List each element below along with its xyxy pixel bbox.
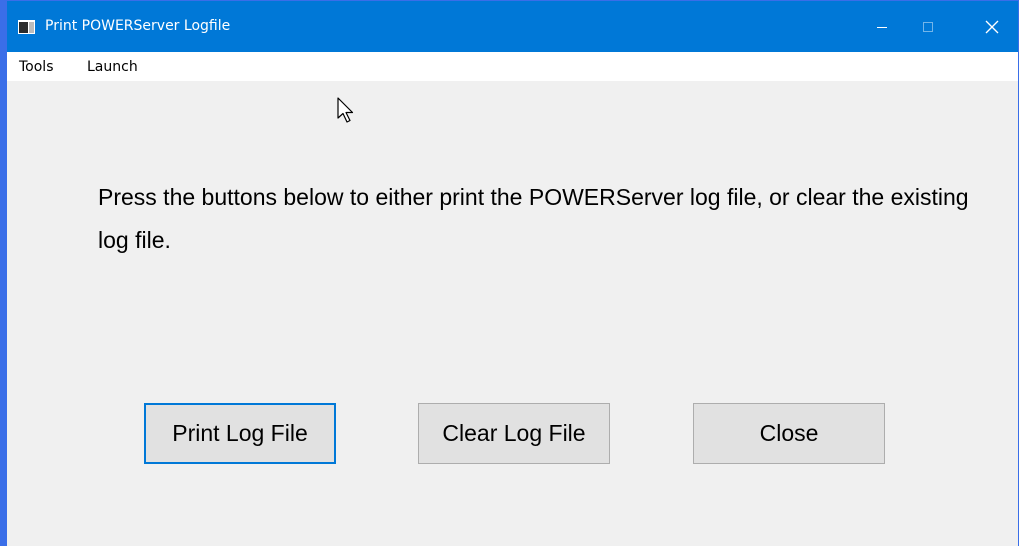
maximize-button[interactable] [905,1,951,52]
mouse-pointer-icon [337,97,354,123]
close-icon [985,20,999,33]
window-title: Print POWERServer Logfile [45,18,231,34]
menu-item-tools[interactable]: Tools [19,58,54,76]
dialog-body: Press the buttons below to either print … [7,81,1018,546]
menu-item-launch[interactable]: Launch [87,58,138,76]
menu-bar: Tools Launch [7,52,1018,81]
close-window-button[interactable] [969,1,1015,52]
app-window: Print POWERServer Logfile Tools Launch P… [0,0,1019,546]
print-log-file-button[interactable]: Print Log File [144,403,336,464]
clear-log-file-button[interactable]: Clear Log File [418,403,610,464]
minimize-button[interactable] [859,1,905,52]
title-bar[interactable]: Print POWERServer Logfile [7,1,1018,52]
app-icon [18,20,35,34]
instructions-text: Press the buttons below to either print … [98,184,969,253]
close-button[interactable]: Close [693,403,885,464]
minimize-icon [877,26,887,28]
maximize-icon [923,21,933,32]
